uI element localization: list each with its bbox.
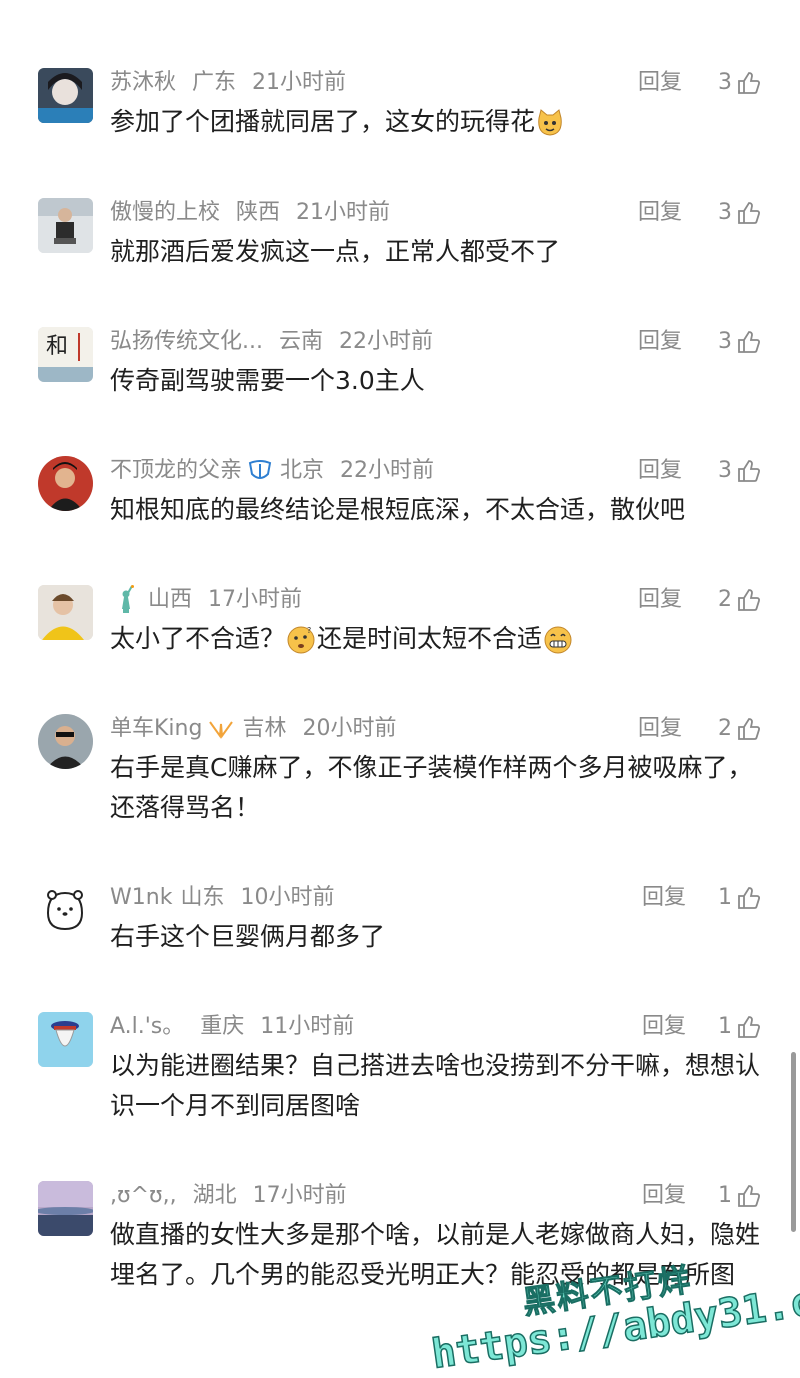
location: 湖北 [192,1183,237,1208]
timestamp: 10小时前 [240,885,335,910]
comment-text: 传奇副驾驶需要一个3.0主人 [110,366,425,395]
avatar[interactable]: 和 [38,327,93,382]
like-count: 1 [718,1014,732,1039]
comment-text: 做直播的女性大多是那个啥，以前是人老嫁做商人妇，隐姓埋名了。几个男的能忍受光明正… [110,1220,761,1289]
username[interactable]: W1nk [110,885,172,910]
comment-meta: 山西 17小时前 [110,585,318,615]
thumbs-up-icon [738,202,761,224]
avatar[interactable] [38,68,93,123]
like-button[interactable]: 2 [718,585,762,615]
like-count: 1 [718,885,732,910]
location: 陕西 [236,200,281,225]
timestamp: 11小时前 [260,1014,355,1039]
comment-meta: 傲慢的上校 陕西 21小时前 [110,198,406,228]
username[interactable]: ,ʊ^ʊ,, [110,1183,177,1208]
location: 吉林 [242,716,287,741]
username[interactable]: A.l.'s。 [110,1014,184,1039]
thinking-face-emoji: ? [287,626,315,654]
location: 山西 [148,587,193,612]
timestamp: 17小时前 [208,587,303,612]
location: 重庆 [200,1014,245,1039]
comment-meta: 不顶龙的父亲 北京 22小时前 [110,456,450,486]
like-button[interactable]: 1 [718,1012,762,1042]
timestamp: 17小时前 [252,1183,347,1208]
location: 山东 [180,885,225,910]
avatar[interactable] [38,883,93,938]
thumbs-up-icon [738,1016,761,1038]
username[interactable]: 弘扬传统文化... [110,329,263,354]
reply-button[interactable]: 回复 [642,883,686,913]
like-count: 2 [718,716,732,741]
svg-text:?: ? [307,626,311,635]
reply-button[interactable]: 回复 [638,456,682,486]
cat-face-emoji [538,109,562,136]
comment-text: 太小了不合适？? 还是时间太短不合适 [110,619,770,659]
comment-text: 知根知底的最终结论是根短底深，不太合适，散伙吧 [110,495,686,524]
username[interactable]: 不顶龙的父亲 [110,458,242,483]
avatar[interactable] [38,198,93,253]
like-count: 3 [718,200,732,225]
username[interactable]: 苏沐秋 [110,70,176,95]
reply-button[interactable]: 回复 [638,68,682,98]
location: 云南 [278,329,323,354]
location: 广东 [192,70,237,95]
timestamp: 21小时前 [296,200,391,225]
location: 北京 [280,458,325,483]
orange-fan-badge [209,721,234,739]
like-button[interactable]: 2 [718,714,762,744]
avatar[interactable] [38,1181,93,1236]
thumbs-up-icon [738,718,761,740]
reply-button[interactable]: 回复 [638,327,682,357]
reply-button[interactable]: 回复 [638,714,682,744]
comment-text: 右手这个巨婴俩月都多了 [110,922,386,951]
like-button[interactable]: 3 [718,327,762,357]
reply-button[interactable]: 回复 [642,1181,686,1211]
thumbs-up-icon [738,331,761,353]
like-count: 3 [718,70,732,95]
timestamp: 20小时前 [302,716,397,741]
avatar[interactable] [38,585,93,640]
username[interactable]: 傲慢的上校 [110,200,220,225]
thumbs-up-icon [738,589,761,611]
statue-of-liberty-emoji [122,585,134,613]
thumbs-up-icon [738,887,761,909]
comment-meta: 弘扬传统文化... 云南 22小时前 [110,327,449,357]
like-button[interactable]: 3 [718,198,762,228]
reply-button[interactable]: 回复 [638,585,682,615]
avatar[interactable] [38,1012,93,1067]
reply-button[interactable]: 回复 [642,1012,686,1042]
like-count: 3 [718,458,732,483]
avatar[interactable] [38,456,93,511]
thumbs-up-icon [738,1185,761,1207]
like-count: 3 [718,329,732,354]
like-button[interactable]: 1 [718,1181,762,1211]
comment-meta: 单车King 吉林 20小时前 [110,714,412,744]
comment-meta: ,ʊ^ʊ,, 湖北 17小时前 [110,1181,363,1211]
comment-text: 以为能进圈结果？自己搭进去啥也没捞到不分干嘛，想想认识一个月不到同居图啥 [110,1051,761,1120]
username[interactable]: 单车King [110,716,202,741]
comment-meta: W1nk 山东 10小时前 [110,883,350,913]
like-button[interactable]: 3 [718,68,762,98]
like-count: 2 [718,587,732,612]
thumbs-up-icon [738,460,761,482]
comment-meta: A.l.'s。 重庆 11小时前 [110,1012,370,1042]
scrollbar[interactable] [791,1052,796,1232]
comment-text: 参加了个团播就同居了，这女的玩得花 [110,102,770,142]
like-button[interactable]: 3 [718,456,762,486]
avatar[interactable] [38,714,93,769]
comment-meta: 苏沐秋 广东 21小时前 [110,68,362,98]
reply-button[interactable]: 回复 [638,198,682,228]
grinning-face-emoji [544,626,572,654]
comment-text: 就那酒后爱发疯这一点，正常人都受不了 [110,237,561,266]
svg-text:和: 和 [46,334,68,359]
thumbs-up-icon [738,72,761,94]
blue-shield-badge [248,460,272,479]
like-count: 1 [718,1183,732,1208]
like-button[interactable]: 1 [718,883,762,913]
timestamp: 22小时前 [339,329,433,354]
timestamp: 22小时前 [340,458,435,483]
comment-text: 右手是真C赚麻了，不像正子装模作样两个多月被吸麻了，还落得骂名！ [110,753,753,822]
timestamp: 21小时前 [252,70,347,95]
